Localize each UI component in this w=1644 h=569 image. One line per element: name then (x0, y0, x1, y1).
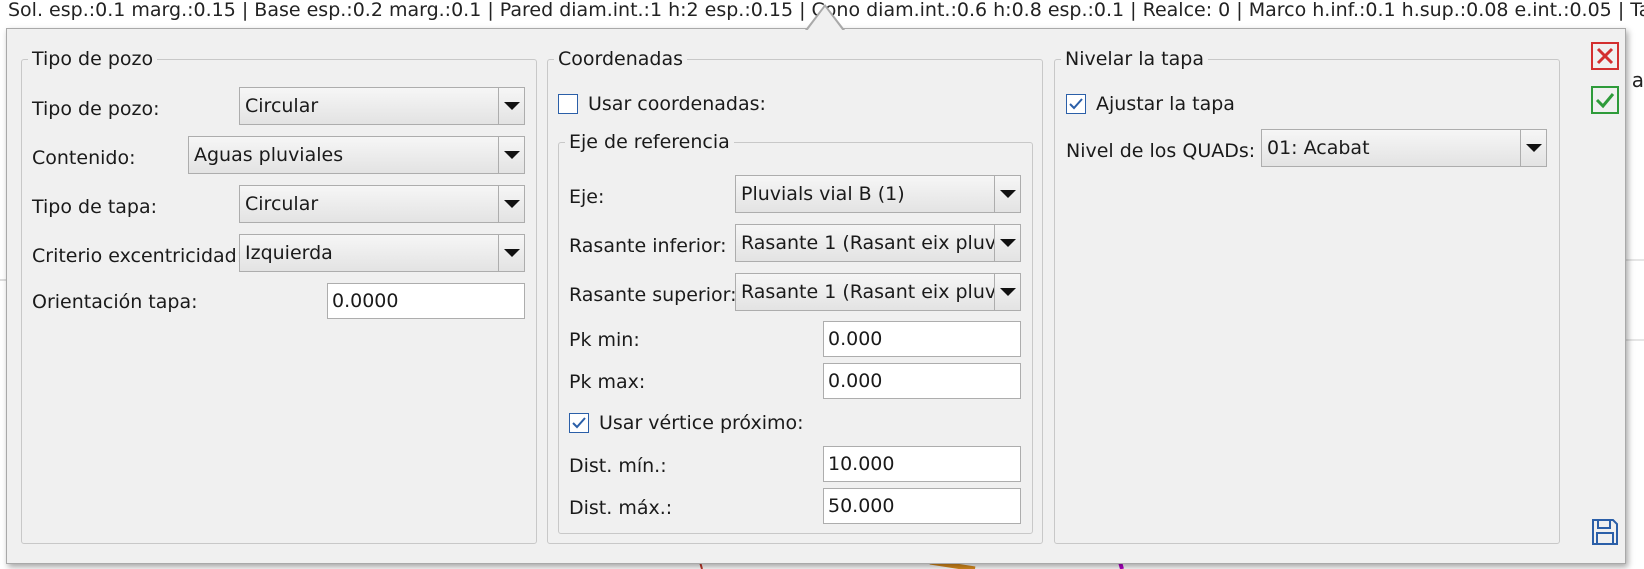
ajustar-tapa-checkbox[interactable] (1066, 94, 1086, 114)
contenido-row: Contenido: (32, 145, 135, 171)
usar-coordenadas-label: Usar coordenadas: (588, 93, 766, 115)
eje-referencia-legend: Eje de referencia (569, 131, 730, 153)
rasante-inferior-value: Rasante 1 (Rasant eix pluvi (741, 232, 994, 254)
eje-row: Eje: (569, 184, 604, 210)
usar-coordenadas-row[interactable]: Usar coordenadas: (558, 91, 766, 117)
dist-max-label: Dist. máx.: (569, 497, 673, 519)
nivel-quads-combo[interactable]: 01: Acabat (1261, 129, 1547, 167)
eje-combo[interactable]: Pluvials vial B (1) (735, 175, 1021, 213)
orientacion-row: Orientación tapa: (32, 289, 198, 315)
pk-max-input[interactable]: 0.000 (823, 363, 1021, 399)
close-icon[interactable] (1589, 40, 1621, 72)
tipo-pozo-label: Tipo de pozo: (32, 98, 160, 120)
usar-vertice-checkbox[interactable] (569, 413, 589, 433)
dist-min-label: Dist. mín.: (569, 455, 667, 477)
criterio-label: Criterio excentricidad: (32, 245, 244, 267)
ajustar-tapa-row[interactable]: Ajustar la tapa (1066, 91, 1235, 117)
usar-vertice-row[interactable]: Usar vértice próximo: (569, 410, 804, 436)
pk-min-input[interactable]: 0.000 (823, 321, 1021, 357)
tipo-pozo-value: Circular (245, 95, 319, 117)
rasante-superior-value: Rasante 1 (Rasant eix pluvi (741, 281, 994, 303)
orientacion-input[interactable]: 0.0000 (327, 283, 525, 319)
rasante-superior-label: Rasante superior: (569, 284, 737, 306)
dist-max-row: Dist. máx.: (569, 495, 672, 521)
chevron-down-icon[interactable] (994, 274, 1020, 310)
rasante-inferior-combo[interactable]: Rasante 1 (Rasant eix pluvi (735, 224, 1021, 262)
nivel-quads-row: Nivel de los QUADs: (1066, 138, 1255, 164)
tipo-pozo-legend: Tipo de pozo (32, 48, 154, 70)
rasante-superior-combo[interactable]: Rasante 1 (Rasant eix pluvi (735, 273, 1021, 311)
chevron-down-icon[interactable] (498, 235, 524, 271)
nivel-quads-label: Nivel de los QUADs: (1066, 140, 1256, 162)
tipo-pozo-row: Tipo de pozo: (32, 96, 160, 122)
dist-min-row: Dist. mín.: (569, 453, 667, 479)
contenido-value: Aguas pluviales (194, 144, 344, 166)
chevron-down-icon[interactable] (498, 186, 524, 222)
tipo-tapa-combo[interactable]: Circular (239, 185, 525, 223)
rasante-inferior-row: Rasante inferior: (569, 233, 726, 259)
nivelar-tapa-legend: Nivelar la tapa (1065, 48, 1204, 70)
tipo-tapa-value: Circular (245, 193, 319, 215)
eje-label: Eje: (569, 186, 605, 208)
pk-max-label: Pk max: (569, 371, 646, 393)
nivelar-tapa-group: Nivelar la tapa (1054, 48, 1560, 544)
tipo-tapa-label: Tipo de tapa: (32, 196, 158, 218)
contenido-combo[interactable]: Aguas pluviales (188, 136, 525, 174)
dist-min-input[interactable]: 10.000 (823, 446, 1021, 482)
chevron-down-icon[interactable] (498, 88, 524, 124)
orientacion-label: Orientación tapa: (32, 291, 198, 313)
contenido-label: Contenido: (32, 147, 136, 169)
chevron-down-icon[interactable] (498, 137, 524, 173)
save-icon[interactable] (1589, 516, 1621, 548)
ajustar-tapa-label: Ajustar la tapa (1096, 93, 1235, 115)
check-icon[interactable] (1589, 84, 1621, 116)
usar-vertice-label: Usar vértice próximo: (599, 412, 804, 434)
criterio-combo[interactable]: Izquierda (239, 234, 525, 272)
tipo-pozo-combo[interactable]: Circular (239, 87, 525, 125)
chevron-down-icon[interactable] (994, 176, 1020, 212)
chevron-down-icon[interactable] (994, 225, 1020, 261)
pk-max-row: Pk max: (569, 369, 645, 395)
chevron-down-icon[interactable] (1520, 130, 1546, 166)
tipo-tapa-row: Tipo de tapa: (32, 194, 157, 220)
criterio-value: Izquierda (245, 242, 333, 264)
pk-min-label: Pk min: (569, 329, 640, 351)
pk-min-row: Pk min: (569, 327, 640, 353)
rasante-superior-row: Rasante superior: (569, 282, 736, 308)
rasante-inferior-label: Rasante inferior: (569, 235, 727, 257)
nivel-quads-value: 01: Acabat (1267, 137, 1370, 159)
popup-caret-fill (807, 7, 843, 31)
usar-coordenadas-checkbox[interactable] (558, 94, 578, 114)
criterio-row: Criterio excentricidad: (32, 243, 243, 269)
background-text-fragment: a (1631, 68, 1644, 92)
eje-value: Pluvials vial B (1) (741, 183, 905, 205)
dist-max-input[interactable]: 50.000 (823, 488, 1021, 524)
coordenadas-legend: Coordenadas (558, 48, 684, 70)
